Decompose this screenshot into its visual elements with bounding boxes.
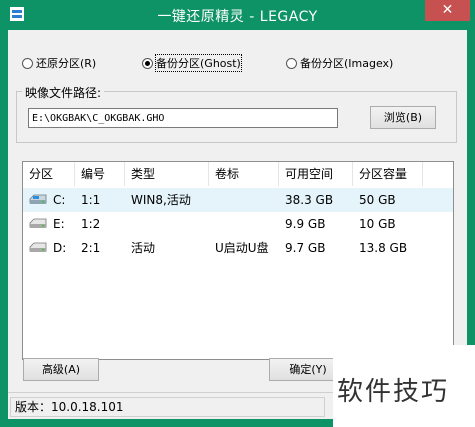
cell-number: 2:1 [81,241,101,255]
cell-capacity: 13.8 GB [359,241,408,255]
close-button[interactable]: ✕ [425,0,470,21]
cell-type: WIN8,活动 [131,193,191,207]
cell-number: 1:2 [81,217,101,231]
cell-label: U启动U盘 [215,241,269,255]
header-capacity[interactable]: 分区容量 [353,162,423,186]
cell-type: 活动 [131,241,156,255]
cell-capacity: 10 GB [359,217,396,231]
table-row[interactable]: C: 1:1 WIN8,活动 38.3 GB 50 GB [23,188,453,212]
table-row[interactable]: E: 1:2 9.9 GB 10 GB [23,212,453,236]
radio-backup-imagex-label: 备份分区(Imagex) [300,57,394,70]
system-drive-icon [29,194,47,204]
radio-backup-imagex[interactable]: 备份分区(Imagex) [286,55,393,71]
cell-free-space: 38.3 GB [285,193,334,207]
header-label[interactable]: 卷标 [209,162,279,186]
cell-label [215,188,279,212]
app-window: 一键还原精灵 - LEGACY ✕ 还原分区(R) 备份分区(Ghost) 备份… [0,0,475,427]
title-bar: 一键还原精灵 - LEGACY ✕ [0,0,475,30]
drive-icon [29,218,47,228]
image-path-input[interactable]: E:\OKGBAK\C_OKGBAK.GHO [28,108,338,128]
cell-drive: D: [53,241,67,255]
cell-free-space: 9.7 GB [285,241,326,255]
header-type[interactable]: 类型 [125,162,209,186]
advanced-button[interactable]: 高级(A) [23,358,99,381]
partition-table: 分区 编号 类型 卷标 可用空间 分区容量 C: 1:1 WIN8,活动 38.… [22,161,454,360]
radio-restore-dot [22,57,33,69]
radio-backup-ghost[interactable]: 备份分区(Ghost) [142,54,242,72]
radio-restore[interactable]: 还原分区(R) [22,55,96,71]
image-path-group-title: 映像文件路径: [22,84,105,101]
cell-type [131,212,209,236]
window-title: 一键还原精灵 - LEGACY [157,9,318,25]
table-header: 分区 编号 类型 卷标 可用空间 分区容量 [23,162,453,186]
cell-label [215,212,279,236]
version-status: 版本：10.0.18.101 [10,397,325,417]
cell-free-space: 9.9 GB [285,217,326,231]
browse-button[interactable]: 浏览(B) [370,106,436,129]
cell-number: 1:1 [81,193,101,207]
radio-backup-ghost-label: 备份分区(Ghost) [155,54,242,72]
radio-backup-ghost-dot [142,57,153,69]
cell-capacity: 50 GB [359,193,396,207]
radio-restore-label: 还原分区(R) [36,57,97,70]
header-free-space[interactable]: 可用空间 [279,162,353,186]
watermark: 软件技巧 [333,345,475,427]
watermark-text: 软件技巧 [337,377,450,407]
header-number[interactable]: 编号 [75,162,125,186]
header-partition[interactable]: 分区 [23,162,75,186]
drive-icon [29,242,47,252]
radio-backup-imagex-dot [286,57,297,69]
cell-drive: C: [53,193,66,207]
table-row[interactable]: D: 2:1 活动 U启动U盘 9.7 GB 13.8 GB [23,236,453,260]
cell-drive: E: [53,217,65,231]
